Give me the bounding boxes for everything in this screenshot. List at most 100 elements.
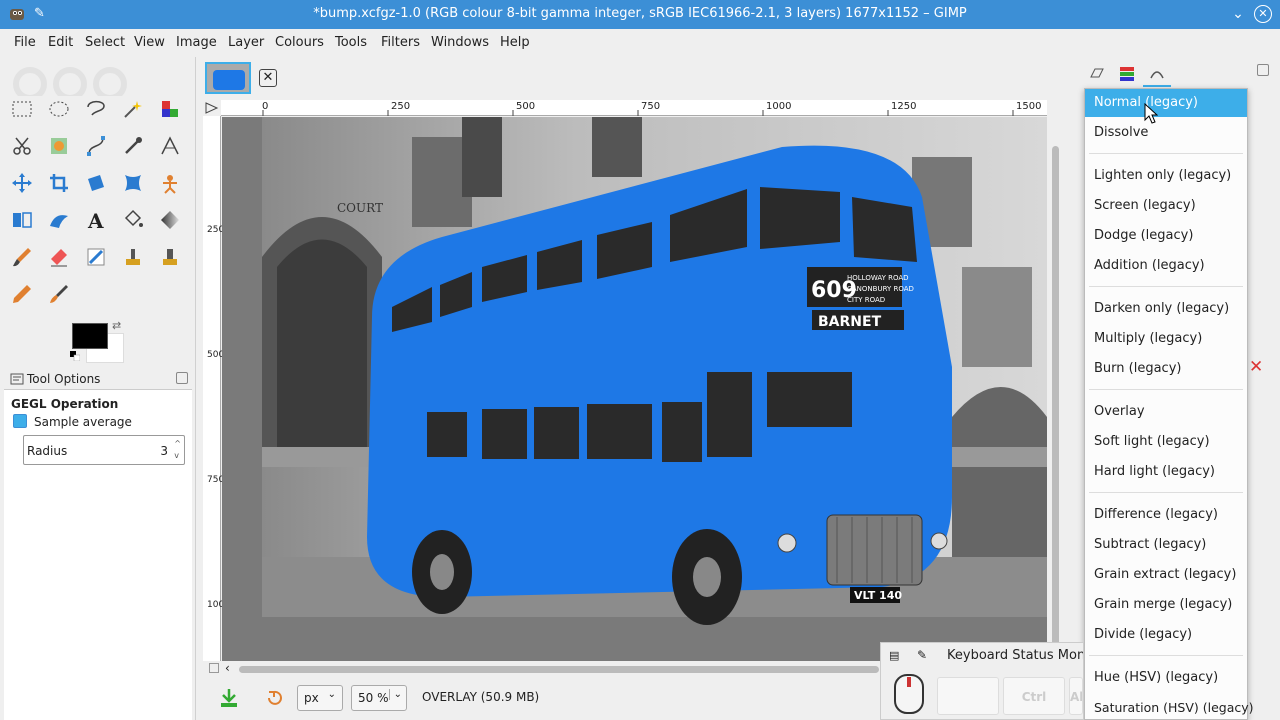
image-thumbnail[interactable]: [205, 62, 251, 94]
pencil-tool-icon[interactable]: [8, 280, 36, 308]
blend-mode-darken-only-legacy[interactable]: Darken only (legacy): [1085, 295, 1247, 323]
menu-colours[interactable]: Colours: [275, 35, 324, 50]
blend-mode-overlay[interactable]: Overlay: [1085, 398, 1247, 426]
horizontal-scrollbar[interactable]: ‹: [203, 661, 883, 678]
blend-mode-difference-legacy[interactable]: Difference (legacy): [1085, 501, 1247, 529]
rect-select-tool-icon[interactable]: [8, 95, 36, 123]
blend-mode-divide-legacy[interactable]: Divide (legacy): [1085, 621, 1247, 649]
blend-mode-saturation-hsv-legacy[interactable]: Saturation (HSV) (legacy): [1085, 694, 1254, 720]
blend-mode-hue-hsv-legacy[interactable]: Hue (HSV) (legacy): [1085, 664, 1247, 692]
close-image-tab-icon[interactable]: ✕: [259, 69, 277, 87]
zoom-selector[interactable]: 50 % ⌄: [351, 685, 407, 711]
menu-edit[interactable]: Edit: [48, 35, 73, 50]
crop-tool-icon[interactable]: [45, 169, 73, 197]
paths-tool-icon[interactable]: [82, 132, 110, 160]
move-tool-icon[interactable]: [8, 169, 36, 197]
configure-dock-icon[interactable]: [1257, 64, 1269, 76]
blend-mode-normal-legacy[interactable]: Normal (legacy): [1085, 89, 1247, 117]
heal-tool-icon[interactable]: [156, 243, 184, 271]
menu-view[interactable]: View: [134, 35, 165, 50]
radius-spinner-icon[interactable]: ^ v: [174, 438, 181, 462]
ink-tool-icon[interactable]: [45, 280, 73, 308]
unit-selector[interactable]: px ⌄: [297, 685, 343, 711]
blend-mode-lighten-only-legacy[interactable]: Lighten only (legacy): [1085, 162, 1247, 190]
sample-average-checkbox[interactable]: [13, 414, 27, 428]
blend-mode-screen-legacy[interactable]: Screen (legacy): [1085, 192, 1247, 220]
menu-help[interactable]: Help: [500, 35, 530, 50]
configure-tab-icon[interactable]: [176, 372, 188, 384]
ruler-label: 750: [207, 475, 225, 485]
menu-select[interactable]: Select: [85, 35, 125, 50]
blend-mode-grain-extract-legacy[interactable]: Grain extract (legacy): [1085, 561, 1247, 589]
image-canvas[interactable]: COURT 609 HOLLOWAY ROAD CANONBURY ROAD C…: [262, 117, 1047, 661]
gradient-tool-icon[interactable]: [156, 206, 184, 234]
menu-image[interactable]: Image: [176, 35, 217, 50]
mouse-icon: [894, 674, 924, 714]
foreground-color-swatch[interactable]: [72, 323, 108, 349]
eraser-tool-icon[interactable]: [45, 243, 73, 271]
vertical-scrollbar[interactable]: [1047, 116, 1064, 661]
menu-layer[interactable]: Layer: [228, 35, 264, 50]
paintbrush-tool-icon[interactable]: [8, 243, 36, 271]
channels-tab-icon[interactable]: [1113, 61, 1141, 87]
blend-mode-multiply-legacy[interactable]: Multiply (legacy): [1085, 325, 1247, 353]
tool-options-tab[interactable]: Tool Options: [4, 368, 192, 390]
close-window-icon[interactable]: ✕: [1254, 5, 1272, 23]
clone-tool-icon[interactable]: [119, 243, 147, 271]
menu-filters[interactable]: Filters: [381, 35, 420, 50]
foreground-select-tool-icon[interactable]: [45, 132, 73, 160]
flip-tool-icon[interactable]: [8, 206, 36, 234]
unified-transform-tool-icon[interactable]: [82, 169, 110, 197]
menu-tools[interactable]: Tools: [335, 35, 367, 50]
pin-icon[interactable]: ✎: [917, 648, 927, 662]
zoom-value[interactable]: 50 %: [358, 691, 389, 705]
blend-mode-hard-light-legacy[interactable]: Hard light (legacy): [1085, 458, 1247, 486]
horizontal-scroll-thumb[interactable]: [239, 666, 879, 673]
radius-spin-field[interactable]: Radius 3 ^ v: [23, 435, 185, 465]
smudge-warp-tool-icon[interactable]: [45, 206, 73, 234]
free-select-tool-icon[interactable]: [82, 95, 110, 123]
menu-separator: [1089, 655, 1243, 656]
menu-separator: [1089, 492, 1243, 493]
undo-history-icon[interactable]: [263, 687, 285, 709]
blend-mode-soft-light-legacy[interactable]: Soft light (legacy): [1085, 428, 1247, 456]
ellipse-select-tool-icon[interactable]: [45, 95, 73, 123]
default-colors-icon[interactable]: [70, 351, 80, 361]
measure-tool-icon[interactable]: [156, 132, 184, 160]
blend-mode-dodge-legacy[interactable]: Dodge (legacy): [1085, 222, 1247, 250]
blend-mode-burn-legacy[interactable]: Burn (legacy): [1085, 355, 1247, 383]
select-by-color-tool-icon[interactable]: [156, 95, 184, 123]
swap-colors-icon[interactable]: ⇄: [112, 319, 121, 332]
scissors-select-tool-icon[interactable]: [8, 132, 36, 160]
toolbox: A ⇄ Tool Options GEGL Operation Sample a…: [0, 57, 196, 720]
airbrush-tool-icon[interactable]: [82, 243, 110, 271]
vertical-scroll-thumb[interactable]: [1052, 146, 1059, 651]
menu-file[interactable]: File: [14, 35, 36, 50]
ruler-corner-icon[interactable]: [203, 100, 221, 116]
paths-tab-icon[interactable]: [1143, 61, 1171, 87]
delete-icon[interactable]: ✕: [1249, 357, 1263, 377]
minimize-icon[interactable]: ⌄: [1228, 4, 1248, 24]
menu-windows[interactable]: Windows: [431, 35, 489, 50]
unit-value: px: [304, 691, 319, 705]
color-picker-tool-icon[interactable]: [119, 132, 147, 160]
monitor-menu-icon[interactable]: ▤: [889, 649, 899, 662]
bucket-fill-tool-icon[interactable]: [119, 206, 147, 234]
text-tool-icon[interactable]: A: [82, 206, 110, 234]
quick-mask-icon[interactable]: [209, 663, 219, 673]
layers-tab-icon[interactable]: [1083, 61, 1111, 87]
warp-transform-tool-icon[interactable]: [119, 169, 147, 197]
fuzzy-select-tool-icon[interactable]: [119, 95, 147, 123]
blend-mode-grain-merge-legacy[interactable]: Grain merge (legacy): [1085, 591, 1247, 619]
cage-transform-tool-icon[interactable]: [156, 169, 184, 197]
chevron-down-icon[interactable]: ⌄: [388, 689, 402, 700]
scroll-left-icon[interactable]: ‹: [225, 661, 230, 675]
menu-bar: File Edit Select View Image Layer Colour…: [0, 29, 1280, 57]
navigate-icon[interactable]: [215, 685, 243, 711]
blend-mode-subtract-legacy[interactable]: Subtract (legacy): [1085, 531, 1247, 559]
svg-text:A: A: [87, 209, 104, 232]
radius-value[interactable]: 3: [160, 444, 168, 458]
blend-mode-dissolve[interactable]: Dissolve: [1085, 119, 1247, 147]
vertical-ruler: 250 500 750 1000: [203, 116, 230, 661]
blend-mode-addition-legacy[interactable]: Addition (legacy): [1085, 252, 1247, 280]
